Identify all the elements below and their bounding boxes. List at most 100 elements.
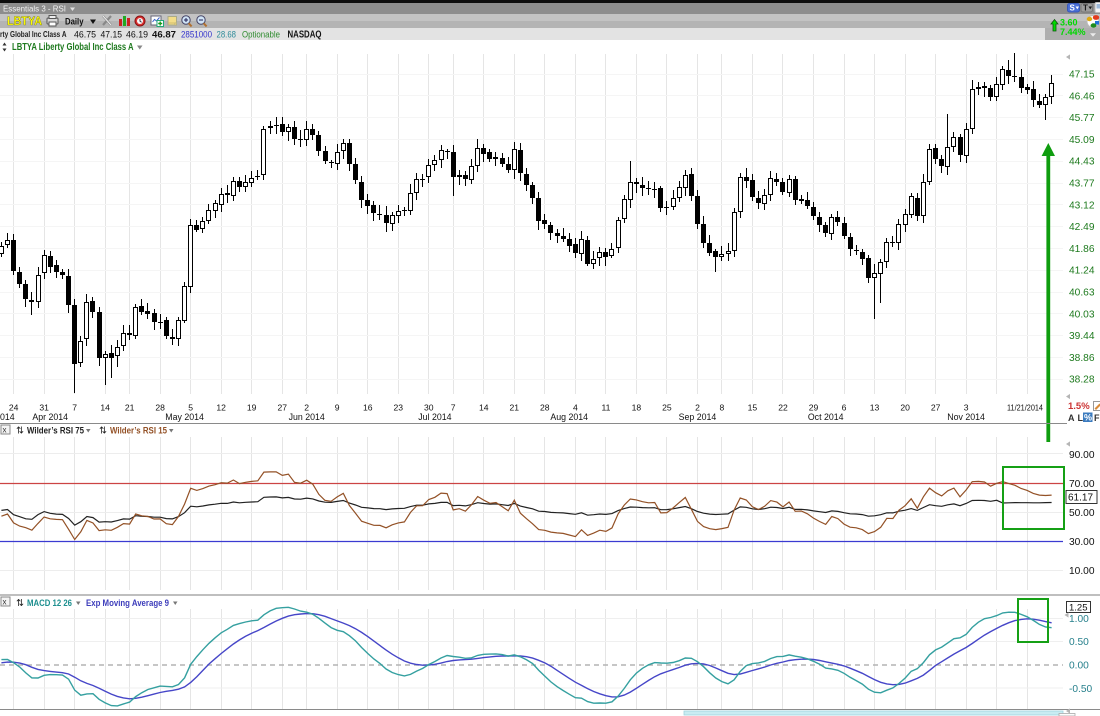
svg-text:40.63: 40.63 (1069, 288, 1095, 299)
svg-text:43.77: 43.77 (1069, 179, 1095, 190)
svg-text:46.46: 46.46 (1069, 91, 1095, 102)
svg-text:LBTYA Liberty Global Inc Class: LBTYA Liberty Global Inc Class A (12, 42, 134, 53)
svg-text:12: 12 (216, 403, 226, 413)
svg-text:x: x (3, 426, 7, 435)
svg-text:27: 27 (278, 403, 288, 413)
svg-text:NASDAQ: NASDAQ (288, 30, 322, 41)
svg-text:⇅: ⇅ (16, 426, 24, 437)
svg-text:Daily: Daily (65, 17, 84, 28)
svg-text:22: 22 (778, 403, 788, 413)
svg-text:18: 18 (632, 403, 642, 413)
svg-text:40.03: 40.03 (1069, 309, 1095, 320)
svg-text:28: 28 (155, 403, 165, 413)
svg-text:Essentials 3 - RSI: Essentials 3 - RSI (3, 4, 66, 14)
svg-text:A: A (1068, 413, 1075, 423)
svg-text:19: 19 (247, 403, 257, 413)
svg-text:45.77: 45.77 (1069, 113, 1095, 124)
svg-text:44.43: 44.43 (1069, 157, 1095, 168)
svg-text:Wilder’s RSI 75: Wilder’s RSI 75 (27, 426, 85, 437)
svg-text:39.44: 39.44 (1069, 331, 1095, 342)
svg-text:0.50: 0.50 (1069, 637, 1089, 648)
svg-text:10.00: 10.00 (1069, 566, 1095, 577)
svg-text:Exp Moving Average 9: Exp Moving Average 9 (86, 598, 169, 609)
svg-text:70.00: 70.00 (1069, 479, 1095, 490)
svg-text:MACD 12 26: MACD 12 26 (27, 598, 72, 609)
svg-text:47.15: 47.15 (101, 30, 123, 40)
svg-text:rty Global Inc Class A: rty Global Inc Class A (0, 30, 67, 39)
svg-text:2: 2 (695, 403, 700, 413)
svg-text:Jun 2014: Jun 2014 (289, 412, 325, 422)
svg-text:2851000: 2851000 (181, 30, 212, 40)
svg-text:90.00: 90.00 (1069, 450, 1095, 461)
svg-text:x: x (3, 598, 7, 607)
svg-text:38.28: 38.28 (1069, 375, 1095, 386)
svg-text:014: 014 (0, 412, 15, 422)
svg-text:28.68: 28.68 (217, 30, 237, 40)
svg-text:47.15: 47.15 (1069, 70, 1095, 81)
svg-text:2: 2 (304, 403, 309, 413)
svg-text:0.00: 0.00 (1069, 661, 1089, 672)
svg-text:14: 14 (100, 403, 110, 413)
svg-text:8: 8 (720, 403, 725, 413)
svg-text:30: 30 (424, 403, 434, 413)
svg-text:45.09: 45.09 (1069, 135, 1095, 146)
svg-text:20: 20 (900, 403, 910, 413)
svg-text:23: 23 (394, 403, 404, 413)
svg-text:6: 6 (842, 403, 847, 413)
svg-text:21: 21 (510, 403, 520, 413)
svg-text:50.00: 50.00 (1069, 508, 1095, 519)
svg-text:31: 31 (39, 403, 49, 413)
svg-text:4: 4 (573, 403, 578, 413)
svg-text:11: 11 (601, 403, 610, 413)
svg-text:F: F (1094, 413, 1100, 423)
svg-text:30.00: 30.00 (1069, 537, 1095, 548)
svg-text:61.17: 61.17 (1068, 493, 1093, 504)
svg-text:25: 25 (662, 403, 672, 413)
svg-text:11/21/2014: 11/21/2014 (1007, 404, 1043, 413)
svg-text:Jul 2014: Jul 2014 (418, 412, 451, 422)
svg-text:3.60: 3.60 (1060, 18, 1078, 28)
svg-text:1.25: 1.25 (1069, 603, 1088, 614)
svg-text:%: % (1084, 413, 1092, 423)
svg-text:Oct 2014: Oct 2014 (808, 412, 844, 422)
svg-text:24: 24 (9, 403, 19, 413)
svg-text:29: 29 (809, 403, 819, 413)
svg-text:43.12: 43.12 (1069, 200, 1095, 211)
svg-text:L: L (1078, 413, 1084, 423)
svg-text:-0.50: -0.50 (1069, 684, 1093, 695)
svg-text:1.5%: 1.5% (1068, 401, 1090, 412)
svg-text:41.24: 41.24 (1069, 266, 1095, 277)
svg-text:3: 3 (964, 403, 969, 413)
svg-text:38.86: 38.86 (1069, 353, 1095, 364)
svg-text:⇅: ⇅ (99, 426, 107, 437)
svg-text:27: 27 (931, 403, 941, 413)
svg-text:15: 15 (748, 403, 758, 413)
svg-text:T: T (1083, 4, 1088, 13)
svg-text:Sep 2014: Sep 2014 (679, 412, 717, 422)
svg-text:7: 7 (72, 403, 77, 413)
svg-text:41.86: 41.86 (1069, 244, 1095, 255)
svg-text:42.49: 42.49 (1069, 222, 1095, 233)
svg-text:Optionable: Optionable (242, 30, 280, 40)
svg-text:28: 28 (540, 403, 550, 413)
svg-text:Wilder’s RSI 15: Wilder’s RSI 15 (110, 426, 168, 437)
svg-text:46.19: 46.19 (126, 30, 148, 40)
svg-text:Nov 2014: Nov 2014 (947, 412, 985, 422)
svg-text:May 2014: May 2014 (165, 412, 204, 422)
svg-text:LBTYA: LBTYA (7, 14, 42, 28)
svg-text:7.44%: 7.44% (1060, 27, 1086, 37)
svg-text:16: 16 (363, 403, 373, 413)
svg-text:14: 14 (479, 403, 489, 413)
svg-text:46.75: 46.75 (74, 30, 96, 40)
svg-text:S: S (1070, 4, 1076, 13)
svg-text:13: 13 (870, 403, 880, 413)
svg-text:7: 7 (451, 403, 456, 413)
svg-text:9: 9 (335, 403, 340, 413)
svg-text:⇅: ⇅ (16, 598, 24, 609)
svg-text:5: 5 (188, 403, 193, 413)
svg-text:46.87: 46.87 (152, 30, 176, 40)
svg-text:21: 21 (125, 403, 135, 413)
svg-text:Apr 2014: Apr 2014 (32, 412, 68, 422)
svg-text:Aug 2014: Aug 2014 (550, 412, 588, 422)
svg-text:1.00: 1.00 (1069, 614, 1089, 625)
